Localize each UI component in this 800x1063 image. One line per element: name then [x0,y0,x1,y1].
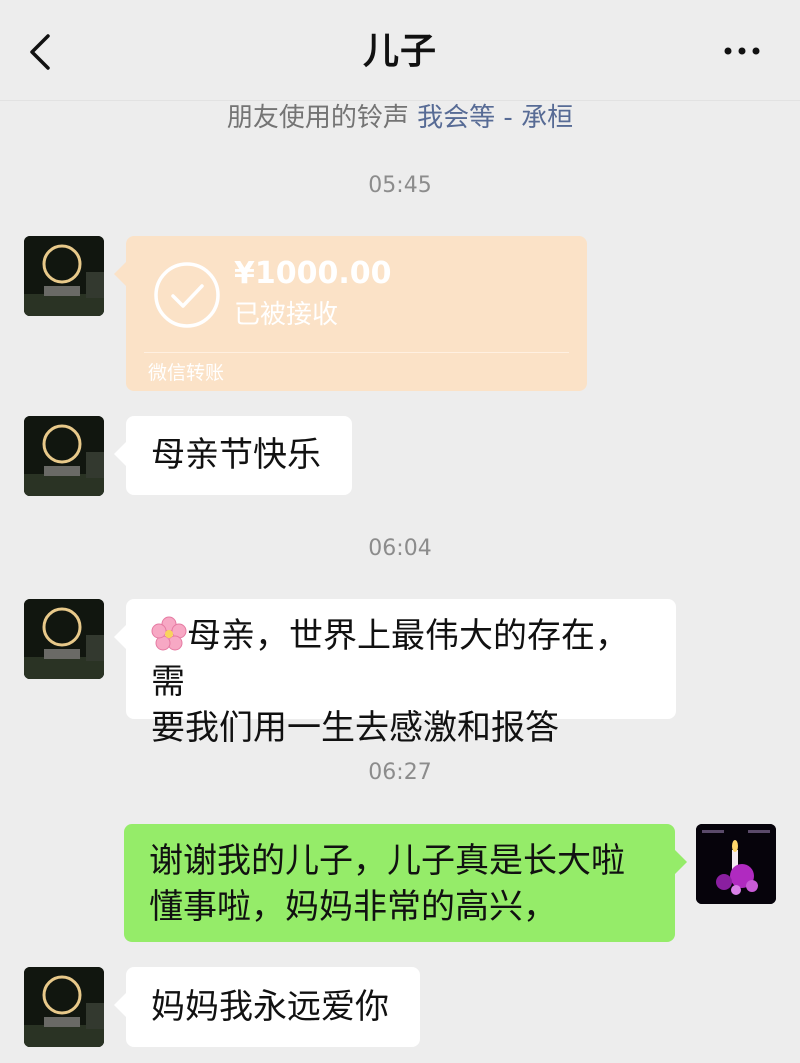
message-line-2: 要我们用一生去感激和报答 [151,708,559,748]
message-text: 母亲节快乐 [151,435,321,475]
message-bubble[interactable]: 母亲节快乐 [114,416,352,495]
transfer-status: 已被接收 [234,300,339,330]
message-bubble[interactable]: 母亲，世界上最伟大的存在，需 要我们用一生去感激和报答 [114,599,676,748]
timestamp: 06:27 [368,760,432,785]
transfer-divider [144,352,569,353]
contact-avatar[interactable] [24,236,104,316]
timestamp: 05:45 [368,173,432,198]
check-circle-icon [154,262,220,328]
contact-avatar[interactable] [24,416,104,496]
message-line-1: 谢谢我的儿子，儿子真是长大啦 [149,841,625,881]
chat-header: 儿子 [0,0,800,101]
message-line-2: 懂事啦，妈妈非常的高兴， [149,887,557,927]
own-avatar[interactable] [696,824,776,904]
ringtone-song-link[interactable]: 我会等 - 承桓 [417,103,573,133]
message-line-1: 母亲，世界上最伟大的存在，需 [151,616,629,702]
more-dots-icon [724,47,760,55]
timestamp: 06:04 [368,536,432,561]
transfer-kind: 微信转账 [148,362,225,384]
message-text: 妈妈我永远爱你 [151,987,389,1027]
more-button[interactable] [722,36,762,66]
ringtone-label: 朋友使用的铃声 [226,103,409,133]
message-text: 母亲，世界上最伟大的存在，需 [151,613,651,705]
ringtone-notice: 朋友使用的铃声 我会等 - 承桓 [0,97,800,134]
contact-avatar[interactable] [24,599,104,679]
contact-avatar[interactable] [24,967,104,1047]
transfer-amount: ¥1000.00 [234,256,392,291]
chat-title: 儿子 [362,31,437,72]
outgoing-message-bubble[interactable]: 谢谢我的儿子，儿子真是长大啦 懂事啦，妈妈非常的高兴， [124,824,687,942]
transfer-card[interactable]: ¥1000.00 已被接收 微信转账 [114,236,587,391]
cherry-blossom-icon [151,616,187,651]
message-bubble[interactable]: 妈妈我永远爱你 [114,967,420,1047]
